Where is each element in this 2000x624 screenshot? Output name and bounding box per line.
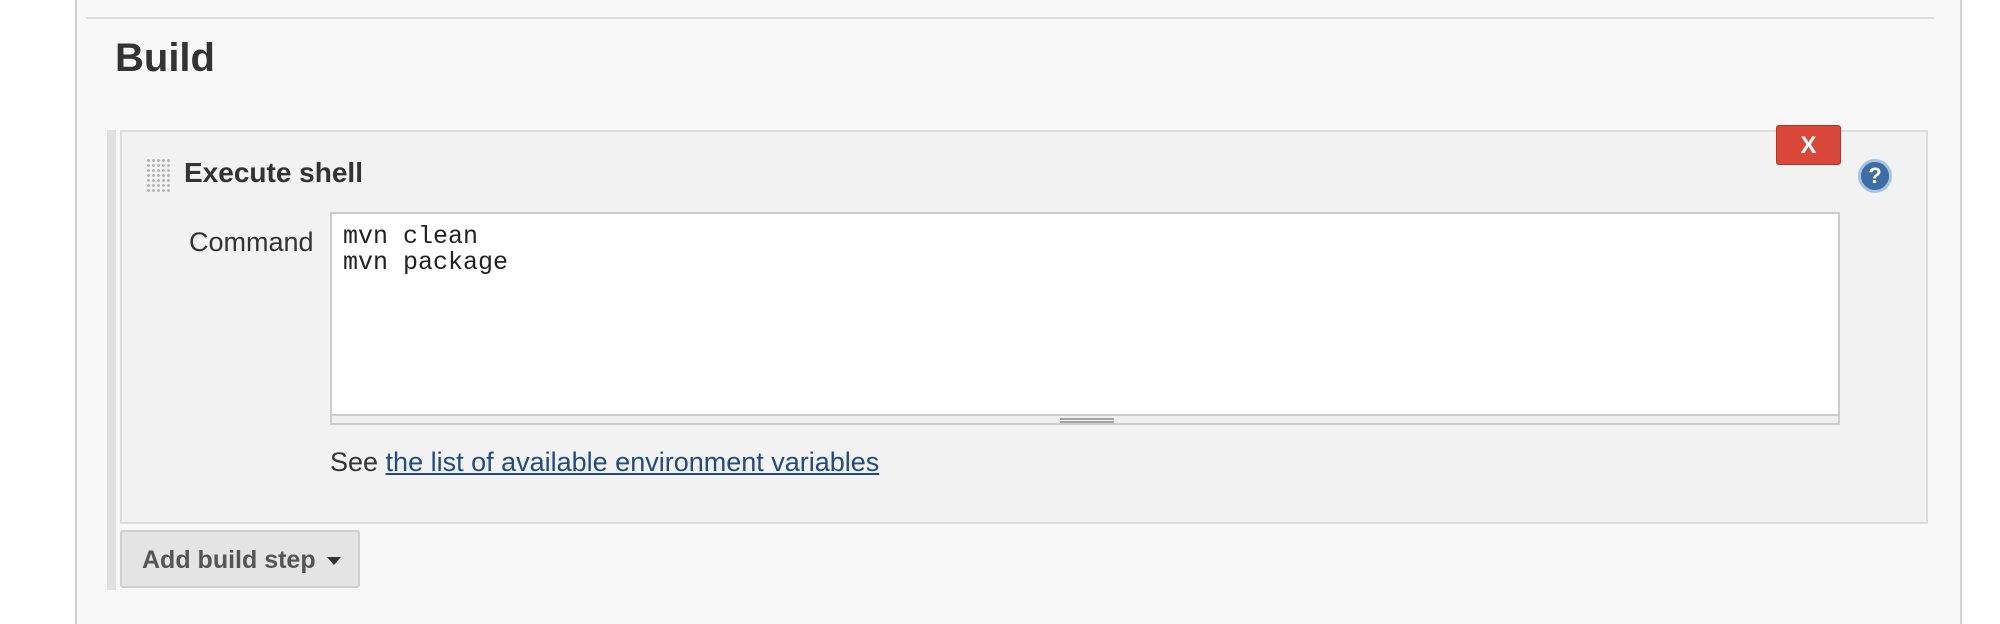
add-build-step-label: Add build step (142, 546, 316, 574)
drag-handle-icon[interactable] (146, 158, 170, 192)
section-title: Build (115, 36, 215, 80)
section-divider (86, 17, 1934, 19)
env-variables-help: See the list of available environment va… (330, 446, 879, 478)
resize-grip-icon (1060, 418, 1114, 423)
env-help-prefix: See (330, 447, 386, 477)
build-step-title: Execute shell (184, 157, 363, 188)
textarea-resize-handle[interactable] (330, 414, 1840, 425)
step-indent-bar (107, 130, 116, 590)
caret-down-icon (327, 557, 341, 565)
env-variables-link[interactable]: the list of available environment variab… (386, 447, 880, 477)
delete-step-button[interactable]: X (1776, 125, 1841, 165)
add-build-step-button[interactable]: Add build step (120, 530, 360, 588)
help-icon[interactable]: ? (1858, 159, 1892, 193)
command-textarea[interactable]: mvn clean mvn package (330, 212, 1840, 416)
command-label: Command (189, 227, 314, 257)
